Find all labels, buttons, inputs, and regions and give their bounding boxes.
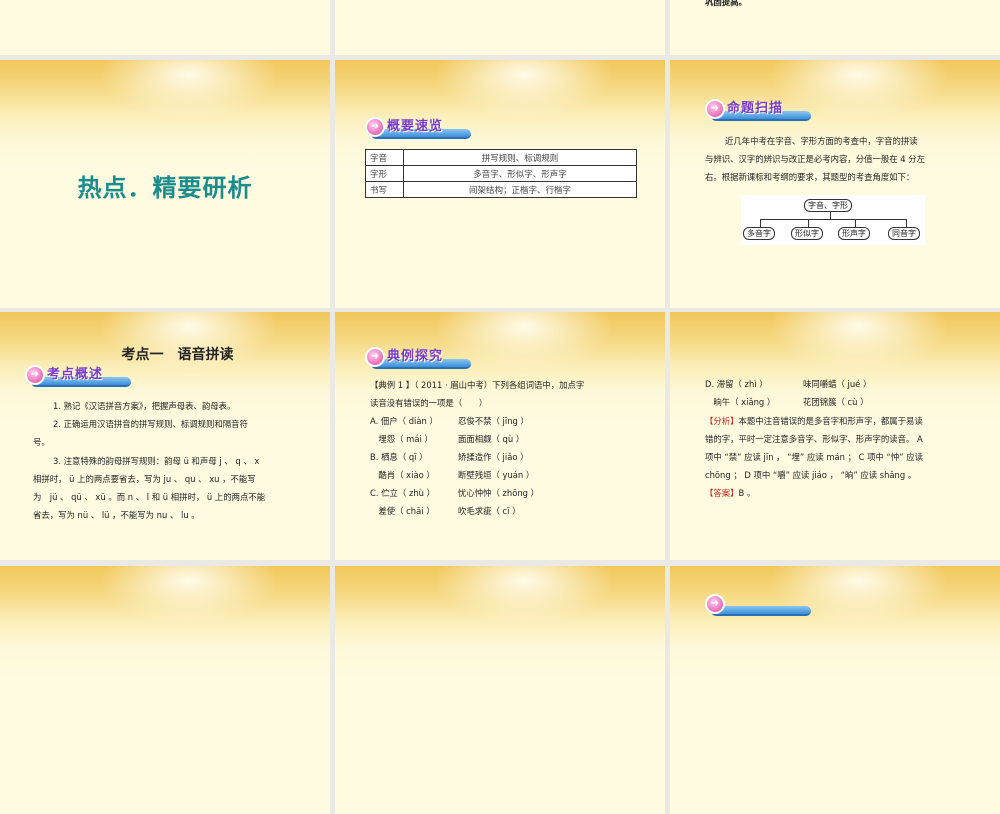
slide-text: 项中 “禁” 应读 jīn ， “埋” 应读 mán ； C 项中 “忡” 应读 bbox=[705, 452, 924, 462]
slide-thumbnail-example[interactable]: ➜ 典例探究 【典例 1 】（ 2011 · 眉山中考）下列各组词语中，加点字 … bbox=[335, 312, 665, 560]
slide-text: 近几年中考在字音、字形方面的考查中，字音的拼读 bbox=[725, 136, 918, 146]
table-cell: 间架结构；正楷字、行楷字 bbox=[403, 181, 637, 198]
table-cell: 字音 bbox=[365, 149, 404, 166]
option-row: 晌午（ xiǎng ） 花团锦簇（ cù ） bbox=[705, 393, 871, 411]
table-row: 字形 多音字、形似字、形声字 bbox=[365, 165, 637, 182]
section-header-label: 考点概述 bbox=[47, 367, 104, 382]
slide-thumbnail-analysis[interactable]: D. 滞留（ zhì ） 味同嚼蜡（ jué ） 晌午（ xiǎng ） 花团锦簇（… bbox=[670, 312, 1000, 560]
answer-label: 【答案】 bbox=[705, 488, 739, 498]
option-text: D. 滞留（ zhì ） bbox=[705, 379, 768, 389]
option-text: 差使（ chāi ） bbox=[370, 506, 435, 516]
option-row: B. 栖息（ qī ） 矫揉造作（ jiǎo ） bbox=[370, 448, 539, 466]
slide-thumbnail[interactable] bbox=[0, 0, 330, 55]
answer-text: B 。 bbox=[738, 488, 756, 498]
arrow-icon: ➜ bbox=[705, 594, 725, 614]
slide-thumbnail[interactable] bbox=[335, 566, 665, 814]
option-row: A. 佃户（ diàn ） 忍俊不禁（ jīng ） bbox=[370, 412, 539, 430]
option-text: 矫揉造作（ jiǎo ） bbox=[458, 452, 529, 462]
slide-text: 相拼时， ü 上的两点要省去，写为 ju 、 qu 、 xu ，不能写 bbox=[33, 474, 256, 484]
diagram-root: 字音、字形 bbox=[804, 199, 852, 212]
slide-thumbnail[interactable] bbox=[335, 0, 665, 55]
option-row: D. 滞留（ zhì ） 味同嚼蜡（ jué ） bbox=[705, 375, 871, 393]
option-text: B. 栖息（ qī ） bbox=[370, 452, 428, 462]
analysis-label: 【分析】 bbox=[705, 416, 739, 426]
diagram-node: 多音字 bbox=[743, 227, 775, 240]
table-row: 书写 间架结构；正楷字、行楷字 bbox=[365, 181, 637, 198]
option-text: 断壁残垣（ yuán ） bbox=[458, 470, 535, 480]
slide-text: 读音没有错误的一项是（ ） bbox=[370, 398, 488, 408]
option-text: 酷肖（ xiào ） bbox=[370, 470, 435, 480]
option-row: 埋怨（ mái ） 面面相觑（ qù ） bbox=[370, 430, 539, 448]
section-header: ➜ 考点概述 bbox=[25, 363, 135, 389]
slide-text: 右。根据新课标和考纲的要求，其题型的考查角度如下： bbox=[705, 172, 915, 182]
slide-text: 3. 注意特殊的韵母拼写规则：韵母 ü 和声母 j 、 q 、 x bbox=[53, 456, 260, 466]
slide-thumbnail[interactable]: 巩固提高。 bbox=[670, 0, 1000, 55]
section-header-label: 典例探究 bbox=[387, 349, 444, 364]
option-text: 忧心忡忡（ zhōng ） bbox=[458, 488, 540, 498]
option-text: C. 伫立（ zhù ） bbox=[370, 488, 436, 498]
section-header-label: 概要速览 bbox=[387, 119, 444, 134]
slide-text: 错的字，平时一定注意多音字、形似字、形声字的读音。 A bbox=[705, 434, 923, 444]
table-cell: 多音字、形似字、形声字 bbox=[403, 165, 637, 182]
option-text: 花团锦簇（ cù ） bbox=[803, 397, 869, 407]
overview-table: 字音 拼写规则、标调规则 字形 多音字、形似字、形声字 书写 间架结构；正楷字、行楷字 bbox=[365, 149, 637, 198]
slide-text: 与辨识、汉字的辨识与改正是必考内容，分值一般在 4 分左 bbox=[705, 154, 926, 164]
section-header: ➜ bbox=[705, 592, 815, 618]
table-cell: 字形 bbox=[365, 165, 404, 182]
diagram-node: 形似字 bbox=[791, 227, 823, 240]
slide-text: 巩固提高。 bbox=[705, 0, 747, 7]
option-text: 面面相觑（ qù ） bbox=[458, 434, 525, 444]
option-text: 忍俊不禁（ jīng ） bbox=[458, 416, 529, 426]
slide-thumbnail-scan[interactable]: ➜ 命题扫描 近几年中考在字音、字形方面的考查中，字音的拼读 与辨识、汉字的辨识… bbox=[670, 60, 1000, 308]
table-cell: 拼写规则、标调规则 bbox=[403, 149, 637, 166]
slide-text: 为 jü 、 qü 、 xü 。而 n 、 l 和 ü 相拼时， ü 上的两点不… bbox=[33, 492, 266, 502]
option-list: D. 滞留（ zhì ） 味同嚼蜡（ jué ） 晌午（ xiǎng ） 花团锦簇（… bbox=[705, 375, 871, 411]
option-list: A. 佃户（ diàn ） 忍俊不禁（ jīng ） 埋怨（ mái ） 面面相觑（… bbox=[370, 412, 539, 520]
slide-thumbnail-kaodian[interactable]: 考点一 语音拼读 ➜ 考点概述 1. 熟记《汉语拼音方案》，把握声母表、韵母表。… bbox=[0, 312, 330, 560]
arrow-icon: ➜ bbox=[365, 117, 385, 137]
slide-text: 1. 熟记《汉语拼音方案》，把握声母表、韵母表。 bbox=[53, 401, 236, 411]
section-header: ➜ 典例探究 bbox=[365, 345, 475, 371]
slide-thumbnail-overview[interactable]: ➜ 概要速览 字音 拼写规则、标调规则 字形 多音字、形似字、形声字 书写 间架结构；… bbox=[335, 60, 665, 308]
slide-text: 号。 bbox=[33, 437, 50, 447]
slide-text: 本题中注音错误的是多音字和形声字，都属于易读 bbox=[738, 416, 923, 426]
diagram-node: 同音字 bbox=[888, 227, 920, 240]
slide-thumbnail-title[interactable]: 热点．精要研析 bbox=[0, 60, 330, 308]
section-header: ➜ 概要速览 bbox=[365, 115, 475, 141]
option-text: A. 佃户（ diàn ） bbox=[370, 416, 438, 426]
option-text: 味同嚼蜡（ jué ） bbox=[803, 379, 872, 389]
arrow-icon: ➜ bbox=[705, 99, 725, 119]
slide-thumbnail[interactable] bbox=[0, 566, 330, 814]
section-header-label: 命题扫描 bbox=[727, 101, 784, 116]
option-text: 晌午（ xiǎng ） bbox=[705, 397, 776, 407]
table-cell: 书写 bbox=[365, 181, 404, 198]
slide-title: 考点一 语音拼读 bbox=[121, 347, 234, 363]
slide-text: chōng ； D 项中 “嚼” 应读 jiáo ， “晌” 应读 shǎng … bbox=[705, 470, 917, 480]
option-text: 埋怨（ mái ） bbox=[370, 434, 433, 444]
section-header: ➜ 命题扫描 bbox=[705, 97, 815, 123]
slide-thumbnail[interactable]: ➜ bbox=[670, 566, 1000, 814]
arrow-icon: ➜ bbox=[365, 347, 385, 367]
arrow-icon: ➜ bbox=[25, 365, 45, 385]
option-row: 差使（ chāi ） 吹毛求疵（ cī ） bbox=[370, 502, 539, 520]
slide-text: 省去，写为 nü 、 lü ，不能写为 nu 、 lu 。 bbox=[33, 510, 200, 520]
diagram-node: 形声字 bbox=[838, 227, 870, 240]
option-row: 酷肖（ xiào ） 断壁残垣（ yuán ） bbox=[370, 466, 539, 484]
option-row: C. 伫立（ zhù ） 忧心忡忡（ zhōng ） bbox=[370, 484, 539, 502]
slide-text: 2. 正确运用汉语拼音的拼写规则、标调规则和隔音符 bbox=[53, 419, 248, 429]
category-diagram: 字音、字形 多音字 形似字 形声字 同音字 bbox=[741, 195, 925, 245]
table-row: 字音 拼写规则、标调规则 bbox=[365, 149, 637, 166]
slide-text: 【典例 1 】（ 2011 · 眉山中考）下列各组词语中，加点字 bbox=[370, 380, 585, 390]
option-text: 吹毛求疵（ cī ） bbox=[458, 506, 521, 516]
slide-title: 热点．精要研析 bbox=[77, 174, 253, 202]
